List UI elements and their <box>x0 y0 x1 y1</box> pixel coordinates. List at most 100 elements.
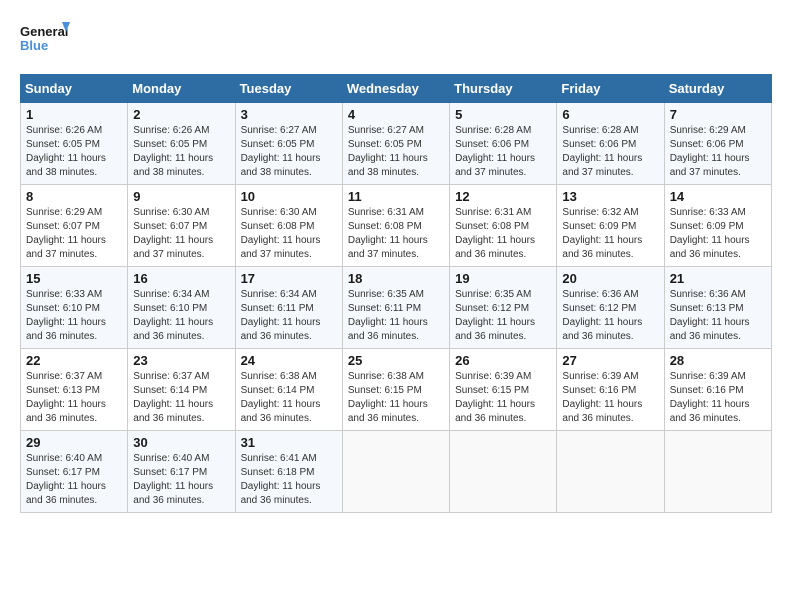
day-number: 28 <box>670 353 766 368</box>
day-cell: 19 Sunrise: 6:35 AMSunset: 6:12 PMDaylig… <box>450 267 557 349</box>
day-number: 12 <box>455 189 551 204</box>
day-number: 29 <box>26 435 122 450</box>
day-cell <box>450 431 557 513</box>
day-number: 13 <box>562 189 658 204</box>
day-cell: 5 Sunrise: 6:28 AMSunset: 6:06 PMDayligh… <box>450 103 557 185</box>
day-detail: Sunrise: 6:34 AMSunset: 6:10 PMDaylight:… <box>133 289 213 342</box>
day-cell: 27 Sunrise: 6:39 AMSunset: 6:16 PMDaylig… <box>557 349 664 431</box>
day-cell: 18 Sunrise: 6:35 AMSunset: 6:11 PMDaylig… <box>342 267 449 349</box>
svg-text:Blue: Blue <box>20 38 48 53</box>
day-detail: Sunrise: 6:40 AMSunset: 6:17 PMDaylight:… <box>26 453 106 506</box>
day-cell: 25 Sunrise: 6:38 AMSunset: 6:15 PMDaylig… <box>342 349 449 431</box>
day-detail: Sunrise: 6:33 AMSunset: 6:09 PMDaylight:… <box>670 207 750 260</box>
day-cell: 3 Sunrise: 6:27 AMSunset: 6:05 PMDayligh… <box>235 103 342 185</box>
day-number: 1 <box>26 107 122 122</box>
page-header: General Blue <box>20 20 772 64</box>
day-detail: Sunrise: 6:38 AMSunset: 6:15 PMDaylight:… <box>348 371 428 424</box>
day-number: 15 <box>26 271 122 286</box>
day-cell: 28 Sunrise: 6:39 AMSunset: 6:16 PMDaylig… <box>664 349 771 431</box>
day-cell: 30 Sunrise: 6:40 AMSunset: 6:17 PMDaylig… <box>128 431 235 513</box>
day-detail: Sunrise: 6:38 AMSunset: 6:14 PMDaylight:… <box>241 371 321 424</box>
day-cell: 11 Sunrise: 6:31 AMSunset: 6:08 PMDaylig… <box>342 185 449 267</box>
day-detail: Sunrise: 6:31 AMSunset: 6:08 PMDaylight:… <box>348 207 428 260</box>
weekday-tuesday: Tuesday <box>235 75 342 103</box>
day-cell: 22 Sunrise: 6:37 AMSunset: 6:13 PMDaylig… <box>21 349 128 431</box>
day-cell <box>664 431 771 513</box>
day-cell: 13 Sunrise: 6:32 AMSunset: 6:09 PMDaylig… <box>557 185 664 267</box>
day-number: 16 <box>133 271 229 286</box>
weekday-header-row: SundayMondayTuesdayWednesdayThursdayFrid… <box>21 75 772 103</box>
day-number: 20 <box>562 271 658 286</box>
day-cell: 21 Sunrise: 6:36 AMSunset: 6:13 PMDaylig… <box>664 267 771 349</box>
day-number: 3 <box>241 107 337 122</box>
day-cell: 31 Sunrise: 6:41 AMSunset: 6:18 PMDaylig… <box>235 431 342 513</box>
week-row-4: 22 Sunrise: 6:37 AMSunset: 6:13 PMDaylig… <box>21 349 772 431</box>
day-cell: 8 Sunrise: 6:29 AMSunset: 6:07 PMDayligh… <box>21 185 128 267</box>
day-cell: 10 Sunrise: 6:30 AMSunset: 6:08 PMDaylig… <box>235 185 342 267</box>
day-cell: 24 Sunrise: 6:38 AMSunset: 6:14 PMDaylig… <box>235 349 342 431</box>
day-detail: Sunrise: 6:27 AMSunset: 6:05 PMDaylight:… <box>348 125 428 178</box>
day-detail: Sunrise: 6:36 AMSunset: 6:13 PMDaylight:… <box>670 289 750 342</box>
day-number: 30 <box>133 435 229 450</box>
logo-svg: General Blue <box>20 20 70 64</box>
day-number: 7 <box>670 107 766 122</box>
logo: General Blue <box>20 20 70 64</box>
day-number: 25 <box>348 353 444 368</box>
day-number: 10 <box>241 189 337 204</box>
day-number: 17 <box>241 271 337 286</box>
day-number: 23 <box>133 353 229 368</box>
day-number: 27 <box>562 353 658 368</box>
day-cell: 15 Sunrise: 6:33 AMSunset: 6:10 PMDaylig… <box>21 267 128 349</box>
day-detail: Sunrise: 6:35 AMSunset: 6:12 PMDaylight:… <box>455 289 535 342</box>
day-number: 21 <box>670 271 766 286</box>
day-detail: Sunrise: 6:30 AMSunset: 6:08 PMDaylight:… <box>241 207 321 260</box>
day-detail: Sunrise: 6:35 AMSunset: 6:11 PMDaylight:… <box>348 289 428 342</box>
day-detail: Sunrise: 6:41 AMSunset: 6:18 PMDaylight:… <box>241 453 321 506</box>
day-cell: 29 Sunrise: 6:40 AMSunset: 6:17 PMDaylig… <box>21 431 128 513</box>
day-number: 26 <box>455 353 551 368</box>
day-number: 5 <box>455 107 551 122</box>
week-row-2: 8 Sunrise: 6:29 AMSunset: 6:07 PMDayligh… <box>21 185 772 267</box>
day-number: 18 <box>348 271 444 286</box>
day-detail: Sunrise: 6:40 AMSunset: 6:17 PMDaylight:… <box>133 453 213 506</box>
day-cell: 6 Sunrise: 6:28 AMSunset: 6:06 PMDayligh… <box>557 103 664 185</box>
day-detail: Sunrise: 6:28 AMSunset: 6:06 PMDaylight:… <box>562 125 642 178</box>
weekday-monday: Monday <box>128 75 235 103</box>
day-detail: Sunrise: 6:39 AMSunset: 6:16 PMDaylight:… <box>670 371 750 424</box>
day-detail: Sunrise: 6:39 AMSunset: 6:15 PMDaylight:… <box>455 371 535 424</box>
day-detail: Sunrise: 6:32 AMSunset: 6:09 PMDaylight:… <box>562 207 642 260</box>
day-cell: 16 Sunrise: 6:34 AMSunset: 6:10 PMDaylig… <box>128 267 235 349</box>
day-detail: Sunrise: 6:29 AMSunset: 6:06 PMDaylight:… <box>670 125 750 178</box>
week-row-1: 1 Sunrise: 6:26 AMSunset: 6:05 PMDayligh… <box>21 103 772 185</box>
day-detail: Sunrise: 6:37 AMSunset: 6:13 PMDaylight:… <box>26 371 106 424</box>
day-number: 11 <box>348 189 444 204</box>
day-detail: Sunrise: 6:34 AMSunset: 6:11 PMDaylight:… <box>241 289 321 342</box>
day-number: 22 <box>26 353 122 368</box>
day-cell: 7 Sunrise: 6:29 AMSunset: 6:06 PMDayligh… <box>664 103 771 185</box>
day-detail: Sunrise: 6:33 AMSunset: 6:10 PMDaylight:… <box>26 289 106 342</box>
week-row-5: 29 Sunrise: 6:40 AMSunset: 6:17 PMDaylig… <box>21 431 772 513</box>
day-detail: Sunrise: 6:27 AMSunset: 6:05 PMDaylight:… <box>241 125 321 178</box>
day-detail: Sunrise: 6:37 AMSunset: 6:14 PMDaylight:… <box>133 371 213 424</box>
day-number: 31 <box>241 435 337 450</box>
svg-text:General: General <box>20 24 68 39</box>
day-detail: Sunrise: 6:29 AMSunset: 6:07 PMDaylight:… <box>26 207 106 260</box>
day-detail: Sunrise: 6:26 AMSunset: 6:05 PMDaylight:… <box>133 125 213 178</box>
day-detail: Sunrise: 6:28 AMSunset: 6:06 PMDaylight:… <box>455 125 535 178</box>
day-cell: 2 Sunrise: 6:26 AMSunset: 6:05 PMDayligh… <box>128 103 235 185</box>
day-cell: 14 Sunrise: 6:33 AMSunset: 6:09 PMDaylig… <box>664 185 771 267</box>
day-number: 6 <box>562 107 658 122</box>
day-cell: 20 Sunrise: 6:36 AMSunset: 6:12 PMDaylig… <box>557 267 664 349</box>
weekday-friday: Friday <box>557 75 664 103</box>
weekday-sunday: Sunday <box>21 75 128 103</box>
day-number: 4 <box>348 107 444 122</box>
day-cell: 12 Sunrise: 6:31 AMSunset: 6:08 PMDaylig… <box>450 185 557 267</box>
calendar-table: SundayMondayTuesdayWednesdayThursdayFrid… <box>20 74 772 513</box>
day-number: 9 <box>133 189 229 204</box>
day-number: 2 <box>133 107 229 122</box>
day-detail: Sunrise: 6:30 AMSunset: 6:07 PMDaylight:… <box>133 207 213 260</box>
weekday-thursday: Thursday <box>450 75 557 103</box>
day-detail: Sunrise: 6:26 AMSunset: 6:05 PMDaylight:… <box>26 125 106 178</box>
day-cell: 17 Sunrise: 6:34 AMSunset: 6:11 PMDaylig… <box>235 267 342 349</box>
weekday-wednesday: Wednesday <box>342 75 449 103</box>
